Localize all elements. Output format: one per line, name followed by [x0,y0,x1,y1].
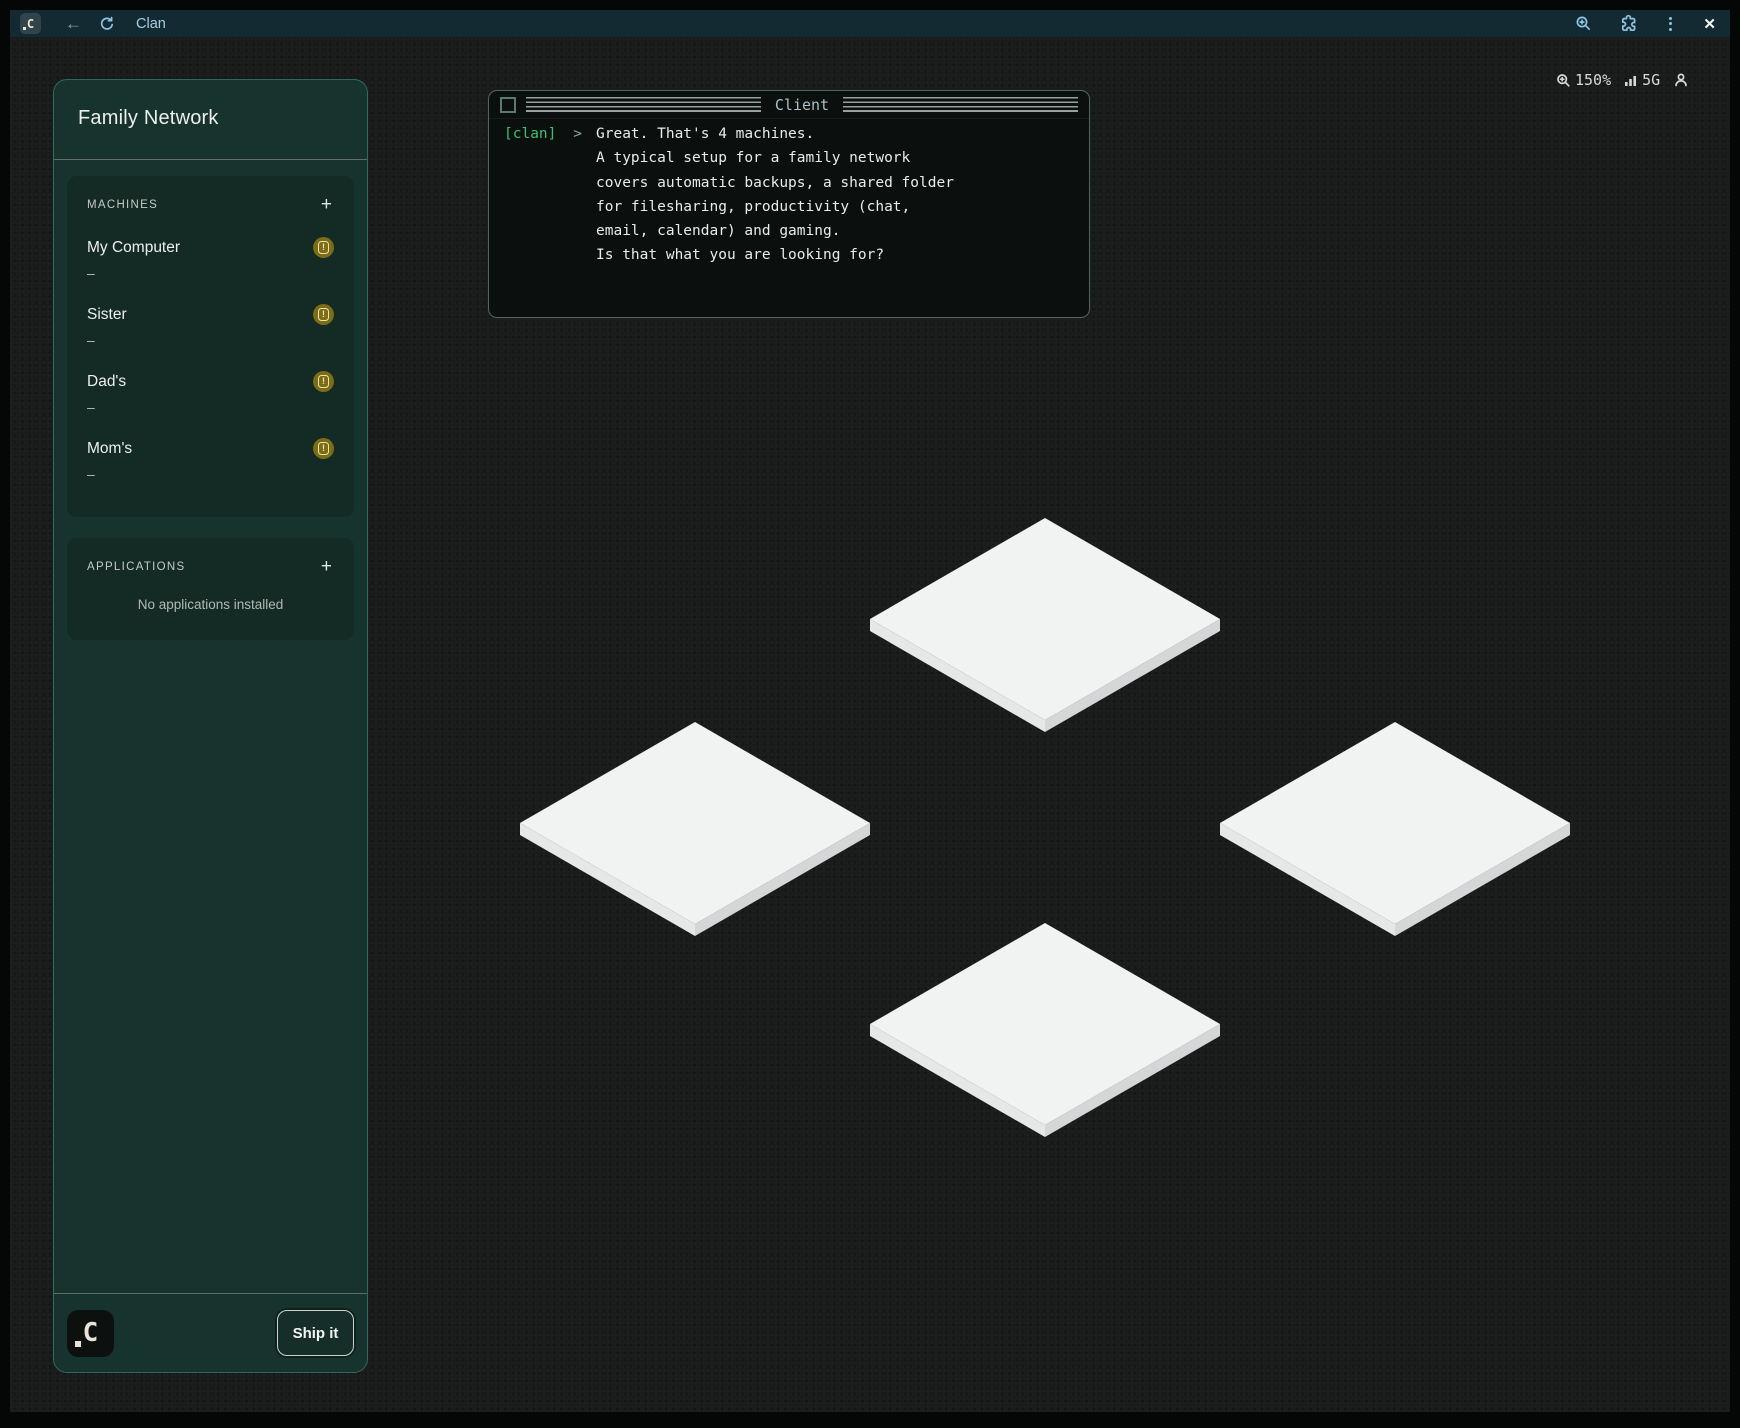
sidebar-footer: C Ship it [54,1293,367,1372]
browser-topbar: C ← Clan ✕ [10,10,1730,37]
machine-row-moms[interactable]: Mom's ! – [87,438,334,482]
platform-tile-left[interactable] [520,722,870,936]
zoom-level-value: 150% [1575,71,1611,89]
machine-status-placeholder: – [87,466,334,482]
prompt-label: [clan] [504,122,556,146]
machine-name: Sister [87,306,127,324]
clan-logo-icon: C [83,1318,99,1348]
add-application-button[interactable]: + [319,557,334,576]
machine-status-placeholder: – [87,265,334,281]
sidebar-title: Family Network [78,107,343,130]
clan-logo-button[interactable]: C [20,13,41,34]
terminal-titlebar[interactable]: Client [489,91,1089,119]
applications-panel: APPLICATIONS + No applications installed [67,538,354,640]
platform-tile-right[interactable] [1220,722,1570,936]
platform-tile-svg [870,923,1220,1137]
magnifier-icon [1556,73,1571,88]
terminal-body: [clan] > Great. That's 4 machines. A typ… [489,119,1089,268]
machine-warning-icon[interactable]: ! [313,438,334,459]
refresh-icon[interactable] [99,16,115,32]
platform-tile-svg [520,722,870,936]
applications-label: APPLICATIONS [87,561,185,573]
network-type-value: 5G [1642,71,1660,89]
terminal-text: email, calendar) and gaming. [596,219,1074,243]
user-indicator[interactable] [1673,72,1689,88]
zoom-level-indicator[interactable]: 150% [1556,71,1611,89]
close-icon[interactable]: ✕ [1703,15,1716,33]
zoom-in-icon-svg [1575,15,1592,32]
extensions-icon-svg [1619,14,1638,33]
terminal-line: for filesharing, productivity (chat, [504,195,1074,219]
machine-warning-icon[interactable]: ! [313,304,334,325]
machine-warning-icon[interactable]: ! [313,371,334,392]
machine-warning-icon[interactable]: ! [313,237,334,258]
terminal-text: A typical setup for a family network [596,146,1074,170]
terminal-prompt: [clan] > [504,122,582,146]
terminal-text: Great. That's 4 machines. [596,122,1074,146]
exclamation-glyph: ! [318,375,329,388]
ship-it-button[interactable]: Ship it [277,1310,354,1356]
network-indicator: 5G [1624,71,1660,89]
terminal-text: covers automatic backups, a shared folde… [596,171,1074,195]
extensions-icon[interactable] [1619,14,1638,33]
terminal-line: [clan] > Great. That's 4 machines. [504,122,1074,146]
machine-name: Dad's [87,373,126,391]
terminal-line: Is that what you are looking for? [504,243,1074,267]
machine-row-my-computer[interactable]: My Computer ! – [87,237,334,281]
client-terminal-window: Client [clan] > Great. That's 4 machines… [488,90,1090,318]
machine-status-placeholder: – [87,399,334,415]
terminal-line: covers automatic backups, a shared folde… [504,171,1074,195]
prompt-symbol: > [573,122,582,146]
applications-panel-header: APPLICATIONS + [87,557,334,576]
terminal-text: for filesharing, productivity (chat, [596,195,1074,219]
topbar-actions: ✕ [1575,14,1716,33]
terminal-line: email, calendar) and gaming. [504,219,1074,243]
machine-name: My Computer [87,239,180,257]
terminal-text: Is that what you are looking for? [596,243,1074,267]
signal-bars-icon [1624,73,1638,87]
family-network-sidebar: Family Network MACHINES + My Computer ! … [53,79,368,1373]
exclamation-glyph: ! [318,308,329,321]
platform-tile-svg [870,518,1220,732]
titlebar-stripes-right [843,97,1078,112]
exclamation-glyph: ! [318,241,329,254]
person-icon [1673,72,1689,88]
back-icon[interactable]: ← [65,15,82,32]
zoom-in-icon[interactable] [1575,15,1592,32]
platform-tile-top[interactable] [870,518,1220,732]
exclamation-glyph: ! [318,442,329,455]
sidebar-header: Family Network [54,80,367,130]
machine-name: Mom's [87,440,132,458]
machine-status-placeholder: – [87,332,334,348]
clan-footer-logo: C [67,1310,114,1357]
menu-kebab-icon[interactable] [1665,15,1676,33]
machines-panel: MACHINES + My Computer ! – Sister ! – Da… [67,176,354,517]
add-machine-button[interactable]: + [319,195,334,214]
page-title: Clan [136,16,166,32]
machine-row-dads[interactable]: Dad's ! – [87,371,334,415]
sidebar-divider [54,159,367,160]
machine-row-sister[interactable]: Sister ! – [87,304,334,348]
machines-panel-header: MACHINES + [87,195,334,214]
clan-logo-icon: C [27,18,34,30]
terminal-title: Client [771,96,833,114]
machines-label: MACHINES [87,199,158,211]
titlebar-stripes-left [526,97,761,112]
terminal-line: A typical setup for a family network [504,146,1074,170]
canvas-status-cluster: 150% 5G [1556,69,1689,91]
refresh-icon-svg [99,16,115,32]
terminal-closebox-icon[interactable] [500,97,516,113]
applications-empty-text: No applications installed [87,597,334,612]
platform-tile-bottom[interactable] [870,923,1220,1137]
platform-tile-svg [1220,722,1570,936]
